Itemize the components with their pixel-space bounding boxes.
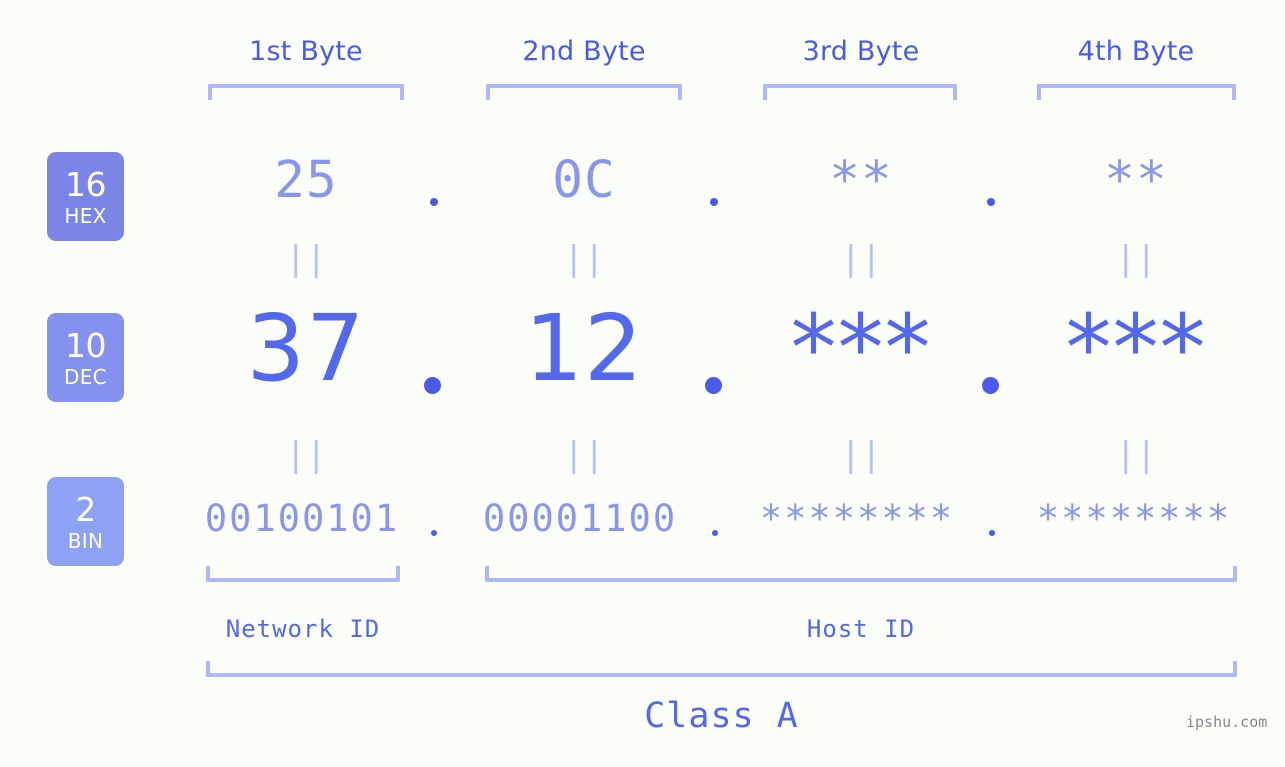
base-badge-bin-abbr: BIN <box>67 528 104 553</box>
byte-bracket-2 <box>486 84 682 100</box>
equality-separator-dec-bin-4: || <box>1115 435 1157 475</box>
dec-octet-1: 37 <box>246 295 366 402</box>
equality-separator-hex-dec-1: || <box>285 239 327 279</box>
base-badge-dec-abbr: DEC <box>64 364 107 389</box>
bin-dot-1 <box>431 530 437 536</box>
dec-dot-2 <box>705 377 722 394</box>
bin-dot-2 <box>712 530 718 536</box>
base-badge-hex: 16 HEX <box>47 152 124 241</box>
site-watermark: ipshu.com <box>1186 713 1268 731</box>
equality-separator-hex-dec-3: || <box>840 239 882 279</box>
byte-header-2: 2nd Byte <box>522 36 646 67</box>
dec-octet-2: 12 <box>524 295 644 402</box>
base-badge-bin: 2 BIN <box>47 477 124 566</box>
hex-octet-3: ** <box>829 151 893 210</box>
byte-bracket-3 <box>763 84 957 100</box>
dec-octet-4: *** <box>1065 295 1207 402</box>
byte-bracket-4 <box>1037 84 1236 100</box>
byte-bracket-1 <box>208 84 404 100</box>
base-badge-dec-number: 10 <box>65 325 107 365</box>
bin-octet-3: ******** <box>759 497 955 540</box>
byte-header-4: 4th Byte <box>1077 36 1195 67</box>
equality-separator-dec-bin-1: || <box>285 435 327 475</box>
ip-address-breakdown-diagram: 1st Byte 2nd Byte 3rd Byte 4th Byte 16 H… <box>0 0 1285 767</box>
network-id-bracket <box>206 566 400 582</box>
byte-header-3: 3rd Byte <box>802 36 920 67</box>
bin-octet-1: 00100101 <box>204 497 400 540</box>
bin-dot-3 <box>989 530 995 536</box>
host-id-bracket <box>485 566 1237 582</box>
hex-octet-2: 0C <box>552 151 616 210</box>
base-badge-hex-abbr: HEX <box>64 203 107 228</box>
network-id-label: Network ID <box>225 615 381 643</box>
hex-dot-2 <box>710 198 718 206</box>
equality-separator-dec-bin-2: || <box>563 435 605 475</box>
dec-octet-3: *** <box>790 295 932 402</box>
bin-octet-4: ******** <box>1036 497 1232 540</box>
byte-header-1: 1st Byte <box>249 36 363 67</box>
host-id-label: Host ID <box>806 615 916 643</box>
hex-dot-3 <box>987 198 995 206</box>
dec-dot-1 <box>424 377 441 394</box>
class-label: Class A <box>644 696 799 736</box>
hex-octet-1: 25 <box>274 151 338 210</box>
dec-dot-3 <box>982 377 999 394</box>
equality-separator-hex-dec-2: || <box>563 239 605 279</box>
bin-octet-2: 00001100 <box>482 497 678 540</box>
base-badge-hex-number: 16 <box>65 164 107 204</box>
hex-dot-1 <box>430 198 438 206</box>
equality-separator-hex-dec-4: || <box>1115 239 1157 279</box>
base-badge-bin-number: 2 <box>75 489 96 529</box>
hex-octet-4: ** <box>1104 151 1168 210</box>
class-bracket <box>206 661 1237 677</box>
equality-separator-dec-bin-3: || <box>840 435 882 475</box>
base-badge-dec: 10 DEC <box>47 313 124 402</box>
